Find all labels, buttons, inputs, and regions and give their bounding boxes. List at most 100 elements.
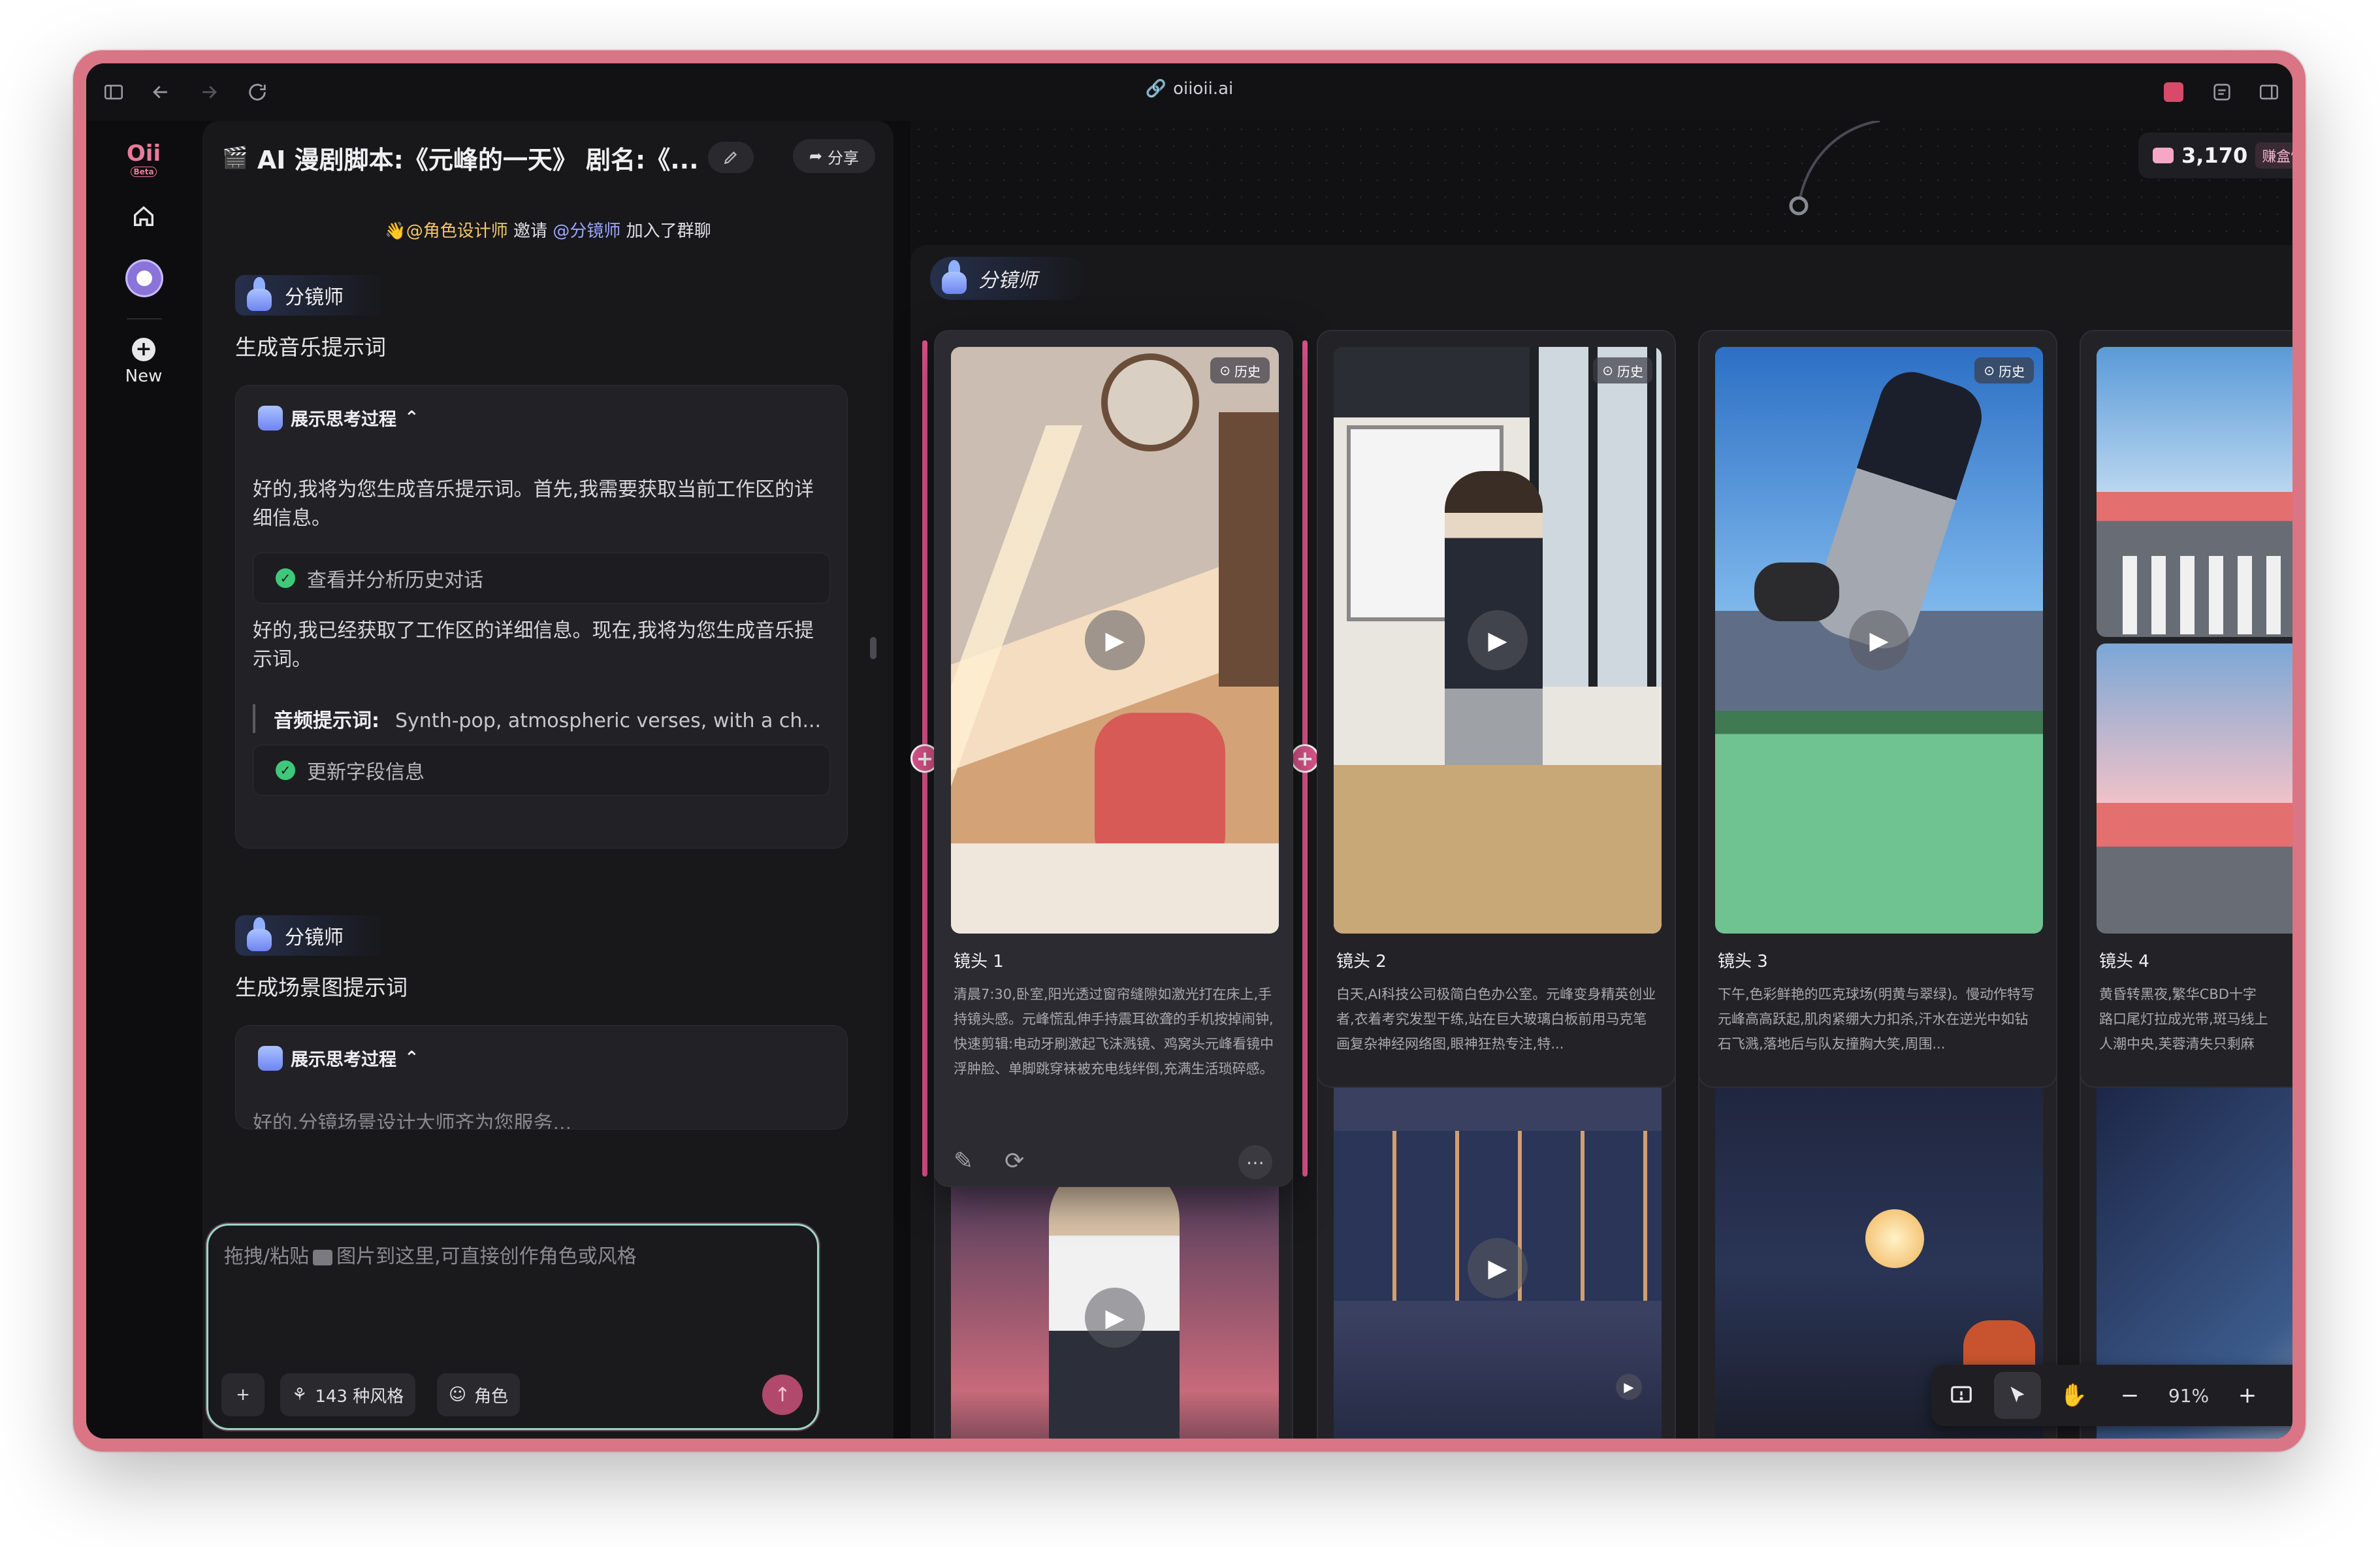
send-button[interactable]: ↑ <box>762 1375 803 1415</box>
shot-card[interactable]: ⊙ 历史 ▶ 镜头 2 白天,AI科技公司极简白色办公室。元峰变身精英创业者,衣着… <box>1317 330 1676 1088</box>
workspace-orb-icon[interactable] <box>125 259 163 297</box>
agent-mini-icon <box>258 405 283 431</box>
shot-card[interactable]: ⊙ 历史 ▶ 镜头 3 下午,色彩鲜艳的匹克球场(明黄与翠绿)。慢动作特写元峰高高… <box>1698 330 2057 1088</box>
feedback-icon[interactable] <box>1938 1372 1985 1419</box>
address-bar[interactable]: 🔗 oiioii.ai <box>86 79 2292 99</box>
play-icon[interactable]: ▶ <box>1085 1288 1145 1348</box>
clock-icon: ⊙ <box>1219 363 1230 378</box>
shot-thumbnail[interactable]: ▶ <box>2097 347 2292 637</box>
styles-button[interactable]: ⚘ 143 种风格 <box>280 1373 416 1416</box>
clock-icon: ⊙ <box>1602 363 1613 378</box>
home-icon[interactable] <box>125 198 162 235</box>
credits-badge[interactable]: 3,170赚盒饭 <box>2138 133 2292 178</box>
play-icon[interactable]: ▶ <box>1616 1374 1642 1400</box>
thinking-toggle[interactable]: 展示思考过程 ⌃ <box>258 1045 419 1071</box>
connector-wire <box>1789 121 1880 216</box>
styles-icon: ⚘ <box>292 1385 308 1405</box>
chevron-up-icon: ⌃ <box>404 1048 419 1068</box>
role-button[interactable]: ☺ 角色 <box>437 1373 521 1416</box>
canvas-toolbar: ✋ − 91% + <box>1931 1365 2292 1426</box>
agent-chip: 分镜师 <box>235 915 385 956</box>
shot-card[interactable]: ▶ 镜头 4 黄昏转黑夜,繁华CBD十字路口尾灯拉成光带,斑马线上人潮中央,芙蓉… <box>2080 330 2292 1088</box>
storyboard-canvas[interactable]: 3,170赚盒饭 分镜师 + + ▶ ⊙历史 ▶ <box>910 121 2292 1439</box>
storyboard-agent-icon <box>938 260 971 297</box>
message-heading: 生成场景图提示词 <box>235 975 408 1000</box>
play-icon[interactable]: ▶ <box>1468 1238 1528 1298</box>
message-composer[interactable]: 拖拽/粘贴 图片到这里,可直接创作角色或风格 + ⚘ 143 种风格 ☺ 角色 ↑ <box>206 1224 819 1430</box>
chat-title: AI 漫剧脚本:《元峰的一天》 剧名:《... <box>257 145 699 174</box>
coin-icon <box>2153 148 2174 163</box>
check-icon: ✓ <box>276 760 295 780</box>
plus-icon: + <box>132 338 155 361</box>
shot-thumbnail[interactable]: ⊙历史 ▶ <box>1334 1039 1662 1439</box>
shot-card-selected[interactable]: ⊙ 历史 ▶ 镜头 1 清晨7:30,卧室,阳光透过窗帘缝隙如激光打在床上,手持镜… <box>934 330 1293 1187</box>
attach-button[interactable]: + <box>221 1373 265 1416</box>
tool-step[interactable]: ✓ 查看并分析历史对话 <box>253 553 830 604</box>
split-view-icon[interactable] <box>2253 76 2285 108</box>
audio-prompt: 音频提示词: Synth-pop, atmospheric verses, wit… <box>253 704 834 733</box>
link-icon: 🔗 <box>1145 79 1167 99</box>
chevron-up-icon: ⌃ <box>404 408 419 428</box>
arrow-up-icon: ↑ <box>774 1383 791 1407</box>
tool-step[interactable]: ✓ 更新字段信息 <box>253 745 830 796</box>
agent-mini-icon <box>258 1045 283 1071</box>
thinking-text: 好的,分镜场景设计大师齐为您服务... <box>253 1112 572 1130</box>
extension-icon[interactable] <box>2158 76 2189 108</box>
reader-icon[interactable] <box>2206 76 2238 108</box>
history-badge[interactable]: ⊙历史 <box>1974 357 2034 383</box>
thinking-text: 好的,我将为您生成音乐提示词。首先,我需要获取当前工作区的详细信息。 <box>253 478 814 530</box>
thinking-card: 展示思考过程 ⌃ 好的,分镜场景设计大师齐为您服务... <box>235 1025 848 1130</box>
share-button[interactable]: ➦ 分享 <box>793 139 875 173</box>
rail-divider <box>127 318 162 319</box>
app-logo[interactable]: Oii Beta <box>124 140 163 177</box>
play-icon[interactable]: ▶ <box>1468 610 1528 670</box>
earn-button[interactable]: 赚盒饭 <box>2255 142 2292 169</box>
edit-icon[interactable]: ✎ <box>954 1148 973 1175</box>
share-icon: ➦ <box>809 147 823 165</box>
clapper-icon: 🎬 <box>222 145 248 170</box>
shot-thumbnail[interactable]: ⊙历史 ▶ <box>1334 347 1662 934</box>
plus-icon: + <box>236 1385 250 1405</box>
chat-scrollbar[interactable] <box>870 637 876 659</box>
image-icon <box>313 1249 333 1265</box>
edit-title-button[interactable] <box>707 142 754 173</box>
history-badge[interactable]: ⊙历史 <box>1593 357 1652 383</box>
shot-title: 镜头 1 <box>954 952 1004 971</box>
zoom-out-icon[interactable]: − <box>2106 1372 2153 1419</box>
shot-thumbnail[interactable] <box>2097 643 2292 934</box>
play-icon[interactable]: ▶ <box>1849 610 1909 670</box>
history-badge[interactable]: ⊙历史 <box>1210 357 1270 383</box>
select-tool-icon[interactable] <box>1994 1372 2041 1419</box>
thinking-text: 好的,我已经获取了工作区的详细信息。现在,我将为您生成音乐提示词。 <box>253 619 814 671</box>
app-window: 🔗 oiioii.ai Oii Beta + New 🎬 AI 漫剧脚本:《元峰的一天… <box>73 50 2306 1452</box>
agent-chip: 分镜师 <box>235 275 385 316</box>
frame-label: 分镜师 <box>930 257 1087 300</box>
join-notice: 👋@角色设计师 邀请 @分镜师 加入了群聊 <box>385 221 711 241</box>
mention-agent1: 👋@角色设计师 <box>385 221 508 241</box>
thinking-toggle[interactable]: 展示思考过程 ⌃ <box>258 405 419 431</box>
shot-thumbnail[interactable]: ⊙历史 ▶ <box>1715 347 2043 934</box>
hand-tool-icon[interactable]: ✋ <box>2050 1372 2097 1419</box>
card-toolbar: ✎ ⟳ <box>954 1148 1024 1175</box>
shot-description: 黄昏转黑夜,繁华CBD十字路口尾灯拉成光带,斑马线上人潮中央,芙蓉清失只剩麻木,… <box>2099 986 2268 1052</box>
left-rail: Oii Beta + New <box>86 121 202 1439</box>
mention-agent2: @分镜师 <box>553 221 621 241</box>
shot-title: 镜头 3 <box>1718 952 1768 971</box>
zoom-in-icon[interactable]: + <box>2224 1372 2271 1419</box>
storyboard-agent-icon <box>243 277 276 314</box>
new-button[interactable]: + New <box>112 338 175 386</box>
check-icon: ✓ <box>276 568 295 588</box>
clock-icon: ⊙ <box>1984 363 1995 378</box>
shot-description: 白天,AI科技公司极简白色办公室。元峰变身精英创业者,衣着考究发型干练,站在巨大… <box>1336 986 1656 1052</box>
insert-shot-button[interactable]: + <box>1291 744 1319 773</box>
new-label: New <box>125 366 163 386</box>
chat-header: 🎬 AI 漫剧脚本:《元峰的一天》 剧名:《... <box>222 138 754 177</box>
regenerate-icon[interactable]: ⟳ <box>1005 1148 1024 1175</box>
more-options-button[interactable]: ⋯ <box>1238 1145 1272 1179</box>
url-text: oiioii.ai <box>1173 79 1234 99</box>
shot-thumbnail[interactable]: ⊙历史 ▶ <box>951 347 1279 934</box>
thinking-card: 展示思考过程 ⌃ 好的,我将为您生成音乐提示词。首先,我需要获取当前工作区的详细信… <box>235 385 848 849</box>
play-icon[interactable]: ▶ <box>1085 610 1145 670</box>
face-icon: ☺ <box>449 1385 467 1405</box>
zoom-level[interactable]: 91% <box>2163 1385 2215 1407</box>
